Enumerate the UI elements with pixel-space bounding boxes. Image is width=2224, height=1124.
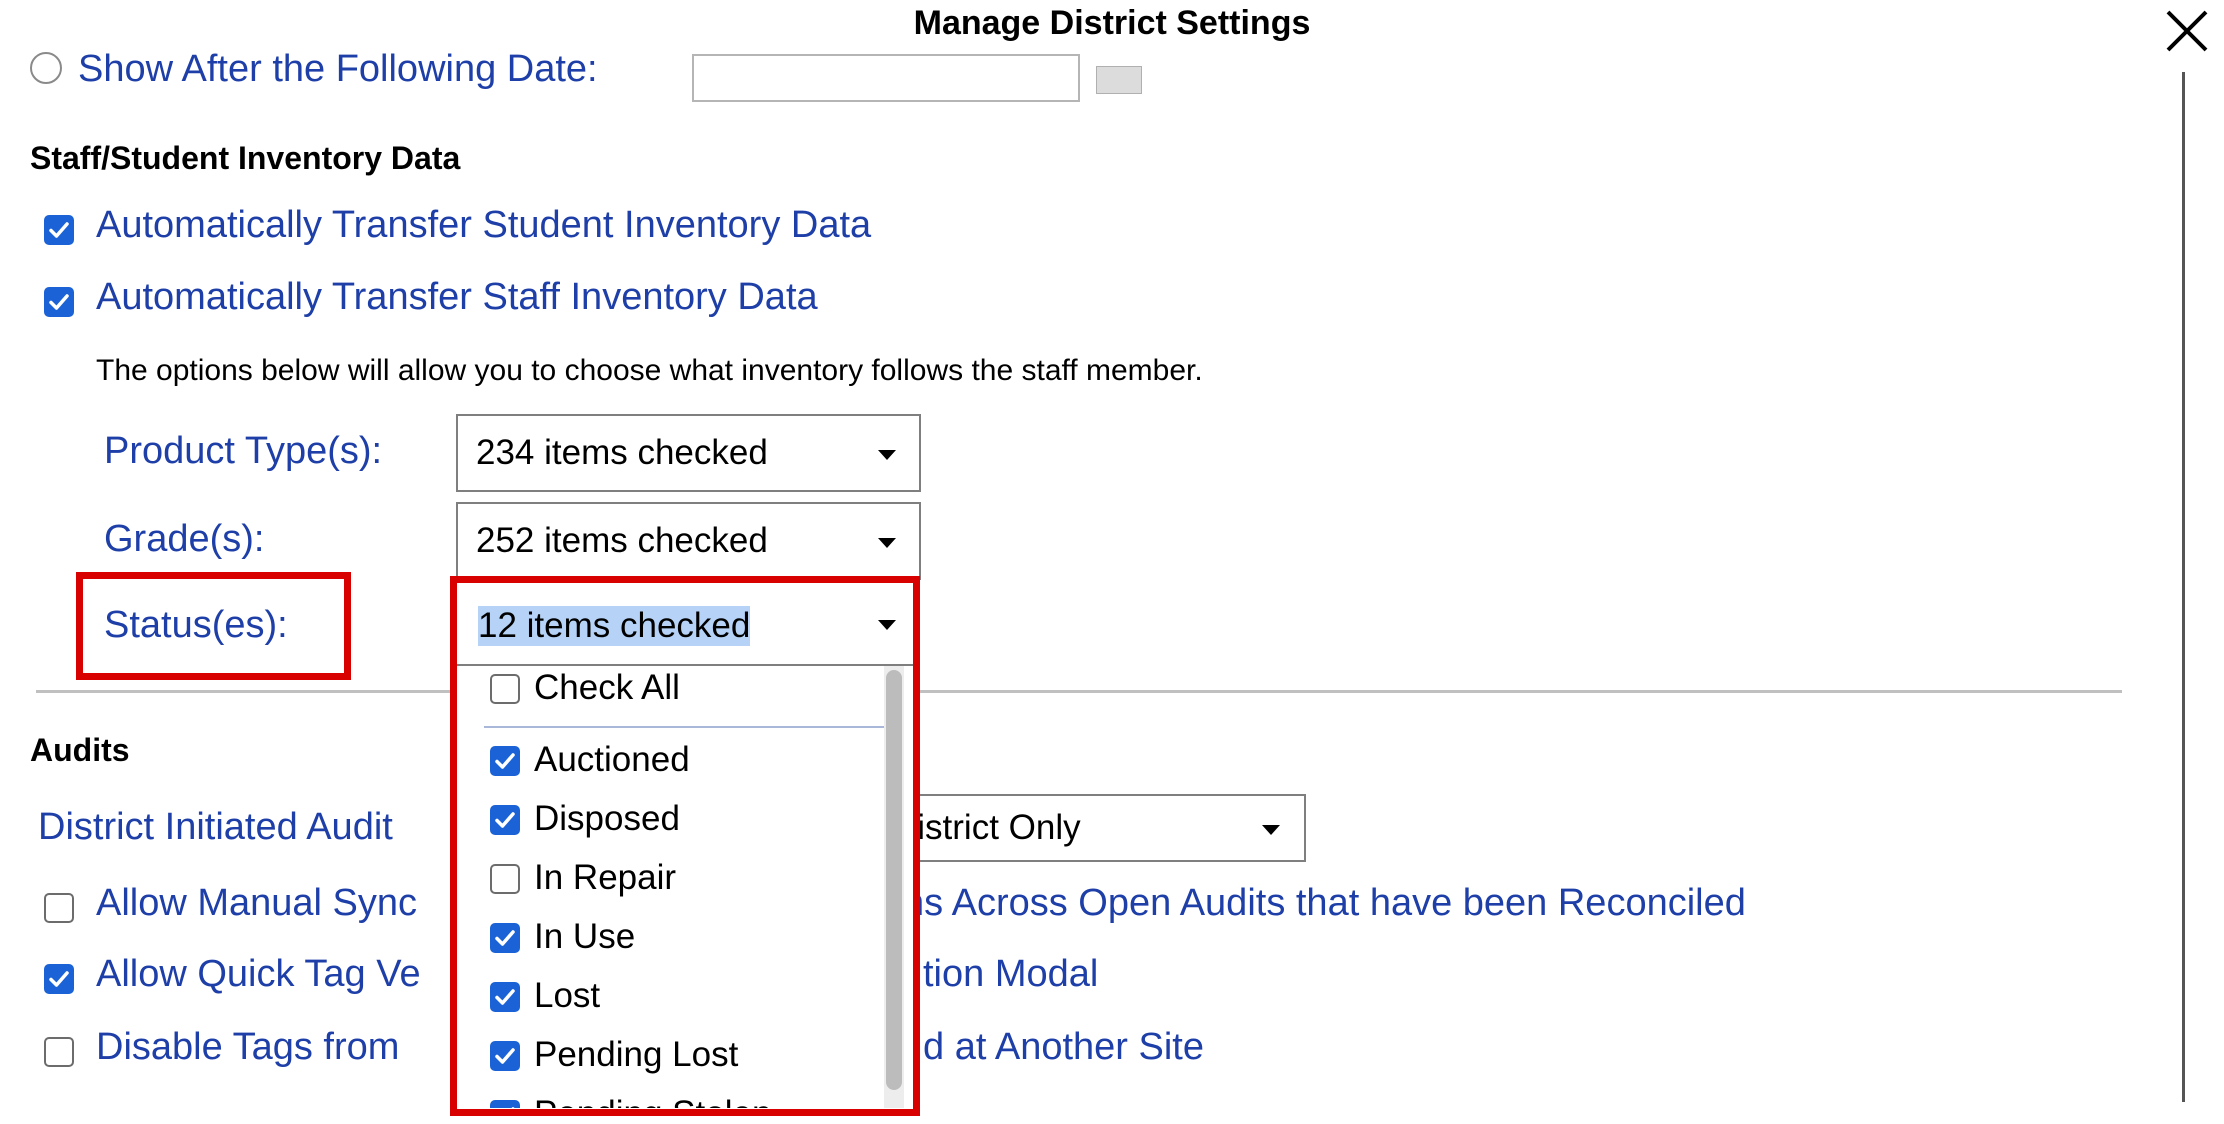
manual-sync-label-suffix[interactable]: ns Across Open Audits that have been Rec… — [903, 882, 1746, 925]
grades-select[interactable]: 252 items checked — [456, 502, 921, 580]
chevron-down-icon — [1262, 825, 1280, 835]
show-after-date-label: Show After the Following Date: — [78, 48, 598, 90]
check-icon — [49, 971, 69, 987]
dialog-title: Manage District Settings — [913, 4, 1311, 42]
audits-heading: Audits — [30, 732, 130, 768]
product-types-label: Product Type(s): — [104, 430, 383, 472]
chevron-down-icon — [878, 538, 896, 548]
quick-tag-checkbox[interactable] — [44, 964, 74, 994]
manual-sync-checkbox[interactable] — [44, 893, 74, 923]
staff-description: The options below will allow you to choo… — [96, 354, 1203, 387]
check-icon — [49, 222, 69, 238]
chevron-down-icon — [878, 450, 896, 460]
statuses-label-highlight — [76, 572, 351, 680]
show-after-date-input[interactable] — [692, 54, 1080, 102]
status-dropdown-highlight — [450, 576, 920, 1116]
staff-section-heading: Staff/Student Inventory Data — [30, 140, 461, 176]
transfer-student-checkbox[interactable] — [44, 215, 74, 245]
disable-tags-label[interactable]: Disable Tags from — [96, 1026, 399, 1069]
quick-tag-label[interactable]: Allow Quick Tag Ve — [96, 953, 421, 996]
disable-tags-checkbox[interactable] — [44, 1037, 74, 1067]
grades-value: 252 items checked — [476, 521, 768, 560]
quick-tag-label-suffix[interactable]: tion Modal — [923, 953, 1098, 996]
transfer-staff-checkbox[interactable] — [44, 287, 74, 317]
district-initiated-audit-value: District Only — [892, 808, 1081, 847]
disable-tags-label-suffix[interactable]: d at Another Site — [923, 1026, 1204, 1069]
scrollbar-track[interactable] — [2182, 72, 2185, 1102]
close-icon[interactable] — [2158, 2, 2216, 60]
product-types-value: 234 items checked — [476, 433, 768, 472]
product-types-select[interactable]: 234 items checked — [456, 414, 921, 492]
manual-sync-label[interactable]: Allow Manual Sync — [96, 882, 417, 925]
calendar-icon[interactable] — [1096, 66, 1142, 94]
show-after-date-radio[interactable] — [30, 52, 62, 84]
section-divider — [36, 690, 2122, 693]
grades-label: Grade(s): — [104, 518, 265, 560]
transfer-staff-label[interactable]: Automatically Transfer Staff Inventory D… — [96, 276, 818, 319]
check-icon — [49, 294, 69, 310]
transfer-student-label[interactable]: Automatically Transfer Student Inventory… — [96, 204, 871, 247]
district-initiated-audit-label: District Initiated Audit — [38, 806, 393, 848]
